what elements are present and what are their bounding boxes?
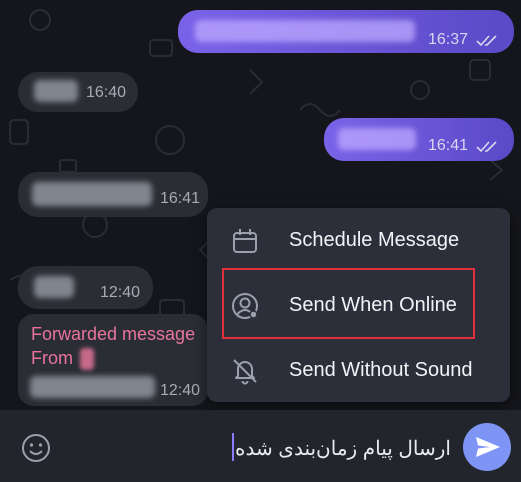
blurred-message-text: [30, 376, 155, 398]
message-time: 12:40: [100, 284, 141, 301]
calendar-icon: [233, 229, 257, 253]
read-receipt-icon: [476, 141, 497, 153]
message-time: 16:40: [86, 84, 127, 101]
send-icon: [476, 437, 500, 457]
message-input[interactable]: ارسال پیام زمان‌بندی شده: [235, 436, 451, 461]
highlight-box: [222, 268, 475, 339]
blurred-message-text: [195, 20, 415, 42]
blurred-message-text: [338, 128, 416, 150]
menu-item-label: Send Without Sound: [289, 359, 473, 381]
message-time: 12:40: [160, 382, 201, 399]
message-time: 16:41: [160, 190, 201, 207]
menu-item-label: Schedule Message: [289, 229, 460, 251]
blurred-message-text: [32, 182, 152, 206]
blurred-message-text: [34, 80, 78, 102]
menu-item-send-without-sound[interactable]: Send Without Sound: [207, 341, 510, 401]
forwarded-from-label: From: [31, 348, 73, 368]
bell-off-icon: [233, 359, 257, 385]
menu-item-schedule-message[interactable]: Schedule Message: [207, 211, 510, 271]
message-time: 16:37: [428, 31, 469, 48]
read-receipt-icon: [476, 35, 497, 47]
text-caret: [232, 433, 234, 461]
blurred-message-text: [34, 276, 74, 298]
emoji-icon[interactable]: [21, 433, 51, 463]
send-button[interactable]: [463, 423, 511, 471]
forwarded-message-title: Forwarded message: [31, 324, 196, 344]
blurred-sender-name: [80, 348, 94, 370]
message-time: 16:41: [428, 137, 469, 154]
